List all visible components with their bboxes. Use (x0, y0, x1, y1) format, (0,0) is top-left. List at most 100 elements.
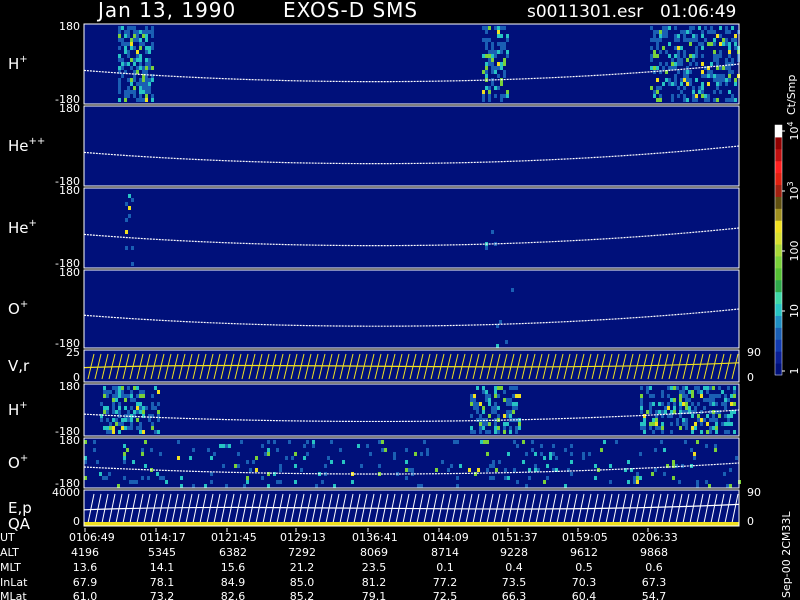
flux-pixel (112, 418, 115, 422)
flux-pixel (518, 426, 521, 430)
flux-pixel (476, 386, 479, 390)
flux-pixel (552, 452, 555, 456)
flux-pixel (482, 406, 485, 410)
flux-pixel (405, 476, 408, 480)
panel-group: 180-180H+180-180He++180-180He+180-180O+2… (8, 20, 761, 533)
flux-pixel (488, 50, 491, 54)
flux-pixel (649, 426, 652, 430)
flux-pixel (145, 34, 148, 38)
flux-pixel (127, 42, 130, 46)
flux-pixel (491, 58, 494, 62)
qa-bar (84, 522, 739, 526)
flux-pixel (112, 394, 115, 398)
flux-pixel (728, 70, 731, 74)
flux-pixel (639, 452, 642, 456)
ephem-value: 8069 (360, 546, 388, 559)
flux-pixel (652, 422, 655, 426)
flux-pixel (491, 54, 494, 58)
ephem-value: 0206:33 (632, 531, 678, 544)
flux-pixel (276, 480, 279, 484)
flux-pixel (690, 448, 693, 452)
flux-pixel (234, 464, 237, 468)
flux-pixel (718, 394, 721, 398)
flux-pixel (500, 66, 503, 70)
flux-pixel (294, 480, 297, 484)
flux-pixel (731, 26, 734, 30)
flux-pixel (722, 38, 725, 42)
flux-pixel (728, 50, 731, 54)
species-label: H+ (8, 54, 28, 73)
flux-pixel (698, 42, 701, 46)
flux-pixel (697, 386, 700, 390)
flux-pixel (157, 410, 160, 414)
flux-pixel (157, 402, 160, 406)
flux-pixel (151, 46, 154, 50)
flux-pixel (667, 402, 670, 406)
flux-pixel (694, 426, 697, 430)
flux-pixel (121, 58, 124, 62)
flux-pixel (150, 448, 153, 452)
tick-label-top: 180 (59, 434, 80, 447)
flux-pixel (659, 30, 662, 34)
flux-pixel (540, 452, 543, 456)
flux-pixel (483, 440, 486, 444)
flux-pixel (118, 430, 121, 434)
flux-pixel (139, 390, 142, 394)
flux-pixel (405, 468, 408, 472)
flux-pixel (653, 66, 656, 70)
flux-pixel (701, 82, 704, 86)
flux-pixel (691, 402, 694, 406)
flux-pixel (680, 90, 683, 94)
flux-pixel (237, 452, 240, 456)
flux-pixel (133, 86, 136, 90)
flux-pixel (118, 386, 121, 390)
flux-pixel (133, 398, 136, 402)
flux-pixel (674, 82, 677, 86)
flux-pixel (130, 426, 133, 430)
flux-pixel (125, 246, 128, 250)
flux-pixel (677, 58, 680, 62)
flux-pixel (121, 386, 124, 390)
ephem-value: 21.2 (290, 561, 315, 574)
flux-pixel (697, 390, 700, 394)
flux-pixel (549, 456, 552, 460)
flux-pixel (703, 418, 706, 422)
flux-pixel (488, 38, 491, 42)
flux-pixel (151, 402, 154, 406)
flux-pixel (683, 54, 686, 58)
flux-pixel (692, 54, 695, 58)
ephem-value: 72.5 (433, 590, 458, 600)
flux-pixel (96, 460, 99, 464)
flux-pixel (112, 410, 115, 414)
flux-pixel (441, 460, 444, 464)
flux-pixel (288, 440, 291, 444)
flux-pixel (640, 398, 643, 402)
colorbar-tick-label: 1 (788, 368, 800, 375)
flux-pixel (488, 430, 491, 434)
colorbar-segment (775, 279, 782, 293)
ephem-value: 23.5 (362, 561, 387, 574)
flux-pixel (492, 464, 495, 468)
flux-pixel (707, 98, 710, 102)
flux-pixel (497, 50, 500, 54)
flux-pixel (109, 430, 112, 434)
panel-background (84, 188, 739, 268)
flux-pixel (504, 476, 507, 480)
flux-pixel (494, 50, 497, 54)
flux-pixel (491, 70, 494, 74)
flux-pixel (716, 98, 719, 102)
flux-pixel (689, 30, 692, 34)
flux-pixel (127, 418, 130, 422)
flux-pixel (689, 26, 692, 30)
right-tick-bottom: 0 (747, 371, 754, 384)
flux-pixel (133, 90, 136, 94)
flux-pixel (659, 98, 662, 102)
flux-pixel (712, 418, 715, 422)
flux-pixel (679, 414, 682, 418)
flux-pixel (665, 26, 668, 30)
flux-pixel (689, 38, 692, 42)
flux-pixel (656, 42, 659, 46)
flux-pixel (426, 452, 429, 456)
flux-pixel (643, 414, 646, 418)
flux-pixel (659, 94, 662, 98)
